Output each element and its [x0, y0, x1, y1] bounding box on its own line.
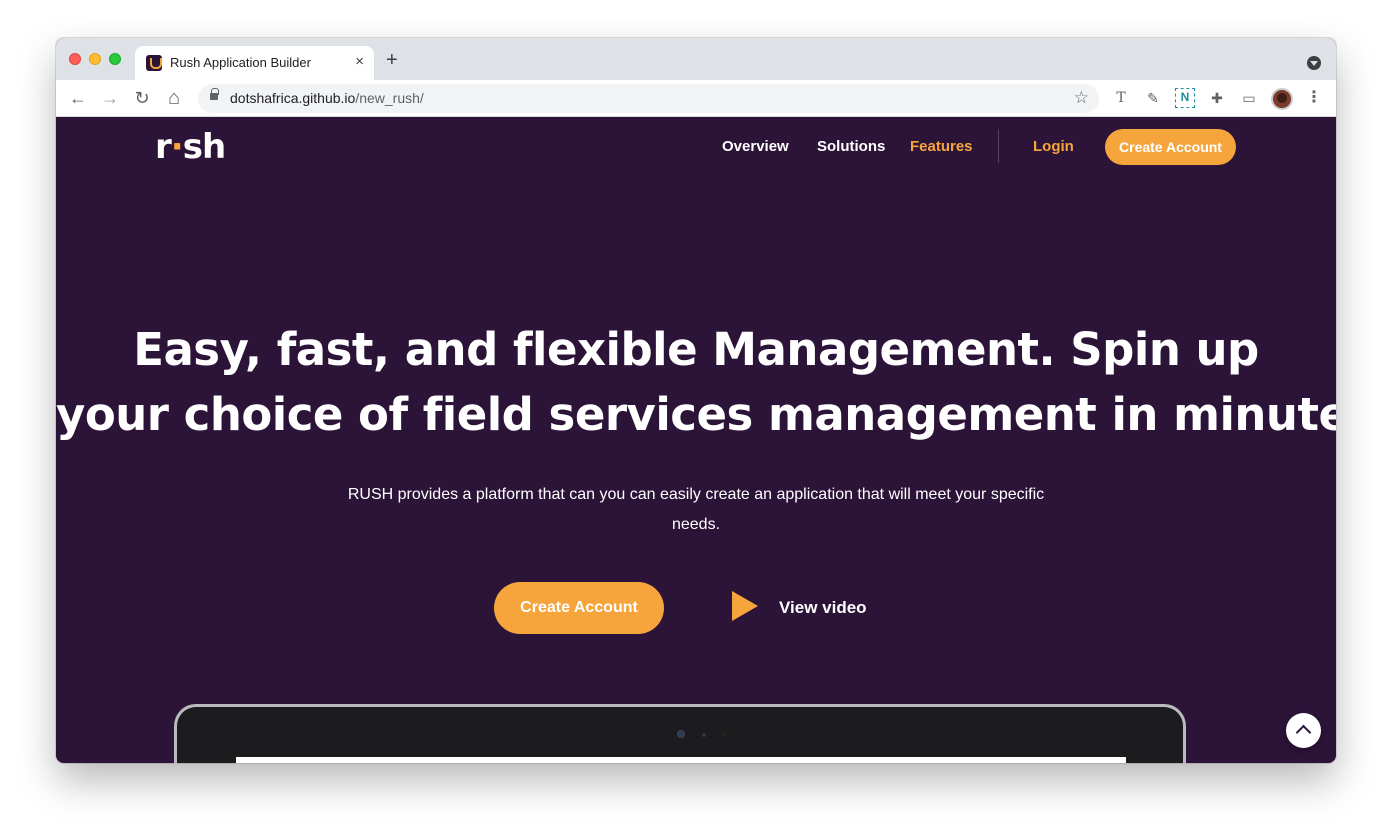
nav-overview[interactable]: Overview	[722, 138, 789, 155]
tab-rush[interactable]: Rush Application Builder ×	[135, 46, 374, 80]
text-extension-icon[interactable]: T	[1111, 88, 1131, 108]
zoom-window-button[interactable]	[109, 53, 121, 65]
extensions-puzzle-icon[interactable]: ✚	[1207, 88, 1227, 108]
url-text[interactable]: dotshafrica.github.io/new_rush/	[230, 90, 424, 106]
nav-solutions[interactable]: Solutions	[817, 138, 885, 155]
rush-logo[interactable]: r·sh	[155, 127, 226, 167]
login-link[interactable]: Login	[1033, 138, 1074, 155]
home-icon[interactable]: ⌂	[163, 87, 185, 109]
hero-subtitle: RUSH provides a platform that can you ca…	[347, 486, 1045, 533]
reload-icon[interactable]: ↻	[131, 87, 153, 109]
lock-icon[interactable]	[210, 88, 219, 100]
page-content: r·sh Overview Solutions Features Login C…	[56, 117, 1336, 763]
tab-strip: Rush Application Builder × +	[56, 38, 1336, 80]
hero-create-account-button[interactable]: Create Account	[494, 582, 664, 634]
n-extension-icon[interactable]: N	[1175, 88, 1195, 108]
profile-avatar[interactable]	[1271, 88, 1293, 110]
laptop-mockup	[174, 704, 1186, 763]
forward-icon[interactable]: →	[99, 87, 121, 109]
close-icon[interactable]: ×	[355, 53, 364, 71]
browser-menu-icon[interactable]: ⋮	[1306, 88, 1322, 108]
browser-window: Rush Application Builder × + ← → ↻ ⌂ dot…	[56, 38, 1336, 763]
tab-search-icon[interactable]	[1307, 56, 1321, 70]
minimize-window-button[interactable]	[89, 53, 101, 65]
rush-favicon-icon	[146, 55, 162, 71]
close-window-button[interactable]	[69, 53, 81, 65]
scroll-to-top-button[interactable]	[1286, 713, 1321, 748]
address-bar[interactable]: dotshafrica.github.io/new_rush/ ☆	[198, 84, 1099, 113]
nav-features[interactable]: Features	[910, 138, 973, 155]
new-tab-button[interactable]: +	[386, 50, 398, 70]
eyedropper-extension-icon[interactable]: ✎	[1143, 88, 1163, 108]
view-video-link[interactable]: View video	[779, 598, 867, 618]
hero-title: Easy, fast, and flexible Management. Spi…	[56, 323, 1336, 441]
webcam-icon	[677, 730, 685, 738]
laptop-screen	[236, 757, 1126, 763]
bookmark-star-icon[interactable]: ☆	[1074, 88, 1089, 108]
nav-divider	[998, 129, 999, 163]
back-icon[interactable]: ←	[67, 87, 89, 109]
play-icon[interactable]	[732, 591, 758, 621]
header-create-account-button[interactable]: Create Account	[1105, 129, 1236, 165]
browser-toolbar: ← → ↻ ⌂ dotshafrica.github.io/new_rush/ …	[56, 80, 1336, 117]
tab-title: Rush Application Builder	[170, 55, 311, 70]
cast-icon[interactable]: ▭	[1239, 88, 1259, 108]
